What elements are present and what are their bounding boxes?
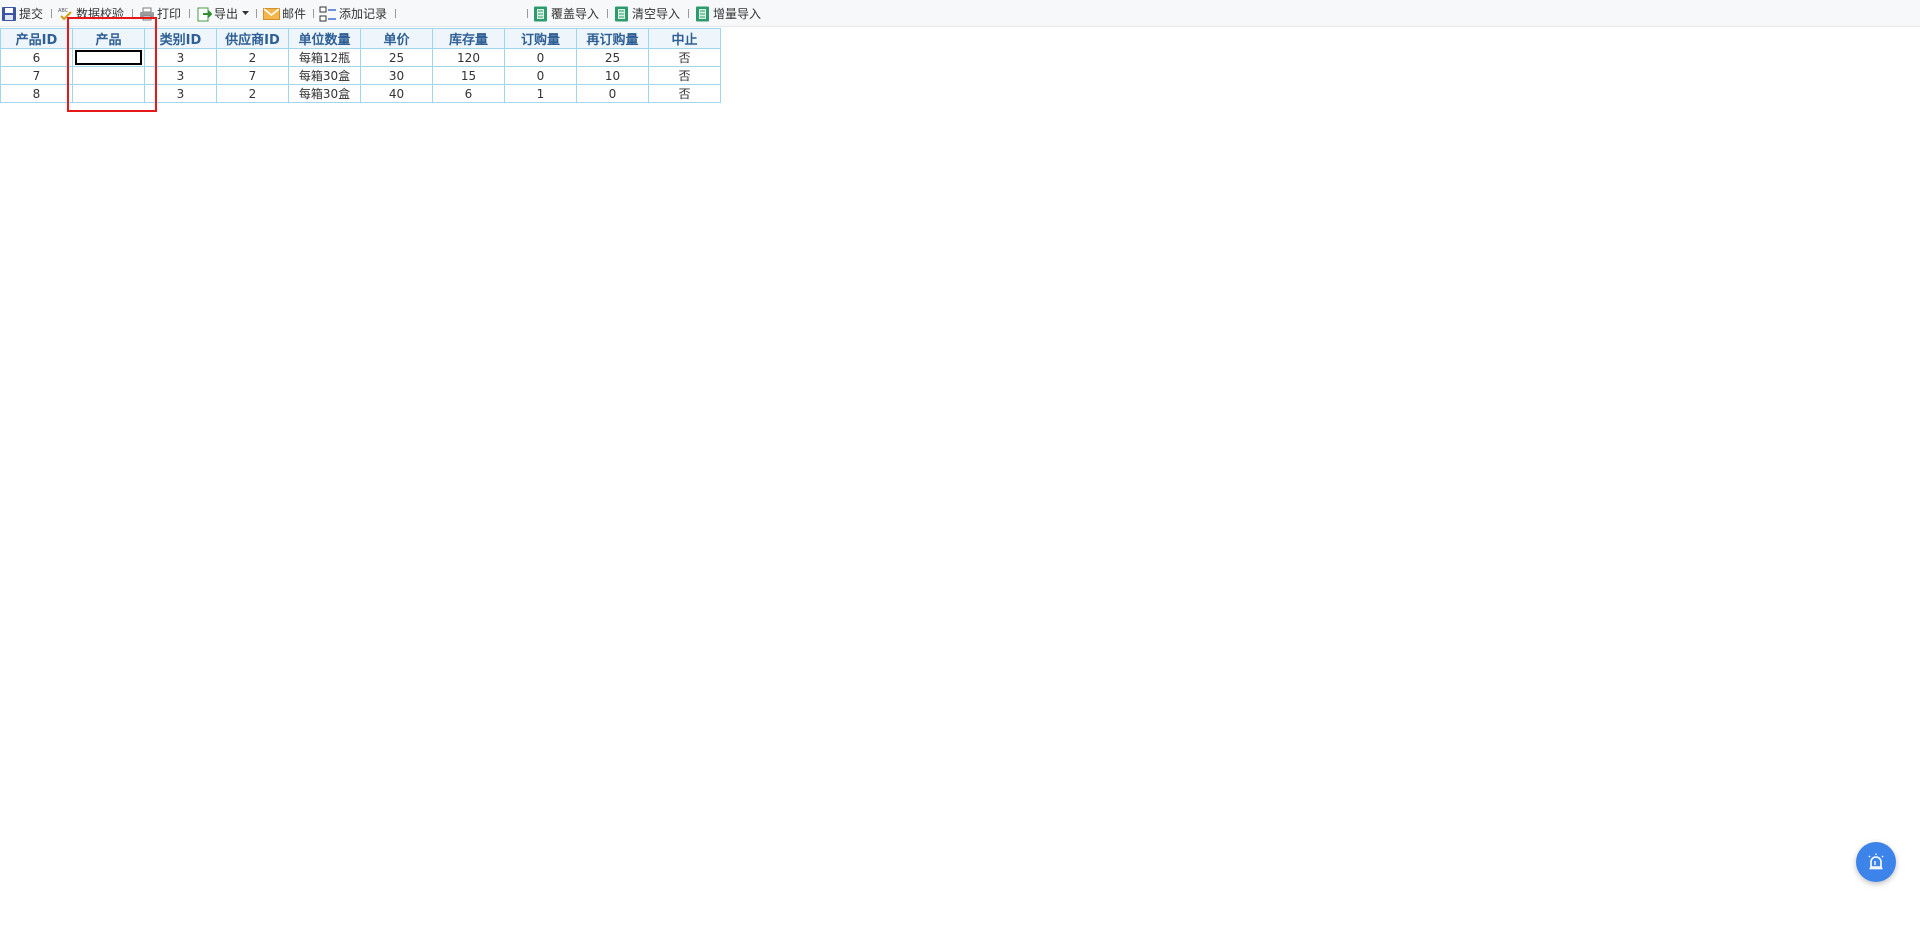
table-cell[interactable]: 15 <box>432 66 505 85</box>
save-icon <box>2 6 16 21</box>
product-cell[interactable] <box>72 84 145 103</box>
add-record-button[interactable]: 添加记录 <box>319 4 387 23</box>
cell-editor[interactable] <box>75 50 142 65</box>
table-cell[interactable]: 每箱30盒 <box>288 66 361 85</box>
export-icon <box>197 7 212 21</box>
clear-import-button[interactable]: 清空导入 <box>614 4 680 23</box>
add-record-label: 添加记录 <box>339 7 388 21</box>
incremental-import-label: 增量导入 <box>713 7 762 21</box>
toolbar-divider <box>51 9 52 18</box>
table-cell[interactable]: 6 <box>432 84 505 103</box>
column-header: 单位数量 <box>288 28 361 49</box>
table-cell[interactable]: 25 <box>576 48 649 67</box>
toolbar-divider <box>256 9 257 18</box>
column-header: 产品 <box>72 28 145 49</box>
submit-label: 提交 <box>19 7 44 21</box>
svg-text:ABC: ABC <box>58 8 69 14</box>
table-row: 6 3 2 每箱12瓶 25 120 0 25 否 <box>0 48 721 67</box>
table-cell[interactable]: 10 <box>576 66 649 85</box>
product-cell[interactable] <box>72 66 145 85</box>
chevron-down-icon <box>242 11 250 15</box>
validate-label: 数据校验 <box>76 7 125 21</box>
column-header: 中止 <box>648 28 721 49</box>
mail-label: 邮件 <box>282 7 307 21</box>
overwrite-import-label: 覆盖导入 <box>551 7 600 21</box>
overwrite-import-button[interactable]: 覆盖导入 <box>533 4 599 23</box>
validate-button[interactable]: ABC 数据校验 <box>58 4 124 23</box>
header-row: 产品ID 产品 类别ID 供应商ID 单位数量 单价 库存量 订购量 再订购量 … <box>0 28 721 49</box>
column-header: 产品ID <box>0 28 73 49</box>
toolbar-divider <box>527 9 528 18</box>
table-cell[interactable]: 6 <box>0 48 73 67</box>
column-header: 订购量 <box>504 28 577 49</box>
excel-icon <box>615 6 628 21</box>
column-header: 供应商ID <box>216 28 289 49</box>
print-label: 打印 <box>157 7 182 21</box>
toolbar: 提交 ABC 数据校验 打印 导出 邮件 添加记录 覆盖导入 清空导入 增量导入 <box>0 0 1920 27</box>
table-cell[interactable]: 否 <box>648 84 721 103</box>
excel-icon <box>534 6 547 21</box>
column-header: 库存量 <box>432 28 505 49</box>
table-cell[interactable]: 3 <box>144 66 217 85</box>
toolbar-divider <box>189 9 190 18</box>
table-cell[interactable]: 0 <box>504 66 577 85</box>
clear-import-label: 清空导入 <box>632 7 681 21</box>
export-label: 导出 <box>214 7 239 21</box>
table-cell[interactable]: 1 <box>504 84 577 103</box>
table-cell[interactable]: 7 <box>216 66 289 85</box>
print-button[interactable]: 打印 <box>139 4 181 23</box>
table-row: 7 3 7 每箱30盒 30 15 0 10 否 <box>0 66 721 85</box>
toolbar-divider <box>132 9 133 18</box>
export-button[interactable]: 导出 <box>196 4 251 23</box>
table-cell[interactable]: 每箱12瓶 <box>288 48 361 67</box>
table-cell[interactable]: 否 <box>648 66 721 85</box>
incremental-import-button[interactable]: 增量导入 <box>695 4 761 23</box>
add-row-icon <box>319 6 336 21</box>
table-cell[interactable]: 否 <box>648 48 721 67</box>
excel-icon <box>696 6 709 21</box>
table-cell[interactable]: 120 <box>432 48 505 67</box>
table-row: 8 3 2 每箱30盒 40 6 1 0 否 <box>0 84 721 103</box>
check-icon: ABC <box>58 8 72 20</box>
mail-button[interactable]: 邮件 <box>263 4 306 23</box>
alarm-fab-button[interactable] <box>1856 842 1896 882</box>
table-cell[interactable]: 0 <box>504 48 577 67</box>
table-cell[interactable]: 25 <box>360 48 433 67</box>
toolbar-divider <box>313 9 314 18</box>
table-cell[interactable]: 0 <box>576 84 649 103</box>
printer-icon <box>140 7 154 20</box>
table-cell[interactable]: 40 <box>360 84 433 103</box>
table-cell[interactable]: 每箱30盒 <box>288 84 361 103</box>
table-cell[interactable]: 7 <box>0 66 73 85</box>
table-cell[interactable]: 2 <box>216 84 289 103</box>
alarm-icon <box>1868 853 1884 870</box>
table-cell[interactable]: 8 <box>0 84 73 103</box>
product-table: 产品ID 产品 类别ID 供应商ID 单位数量 单价 库存量 订购量 再订购量 … <box>0 28 721 103</box>
table-cell[interactable]: 3 <box>144 84 217 103</box>
table-cell[interactable]: 3 <box>144 48 217 67</box>
table-cell[interactable]: 2 <box>216 48 289 67</box>
column-header: 单价 <box>360 28 433 49</box>
product-cell-editing[interactable] <box>72 48 145 67</box>
toolbar-divider <box>688 9 689 18</box>
toolbar-divider <box>607 9 608 18</box>
toolbar-divider <box>395 9 396 18</box>
mail-icon <box>263 7 280 20</box>
table-cell[interactable]: 30 <box>360 66 433 85</box>
column-header: 类别ID <box>144 28 217 49</box>
column-header: 再订购量 <box>576 28 649 49</box>
submit-button[interactable]: 提交 <box>1 4 43 23</box>
